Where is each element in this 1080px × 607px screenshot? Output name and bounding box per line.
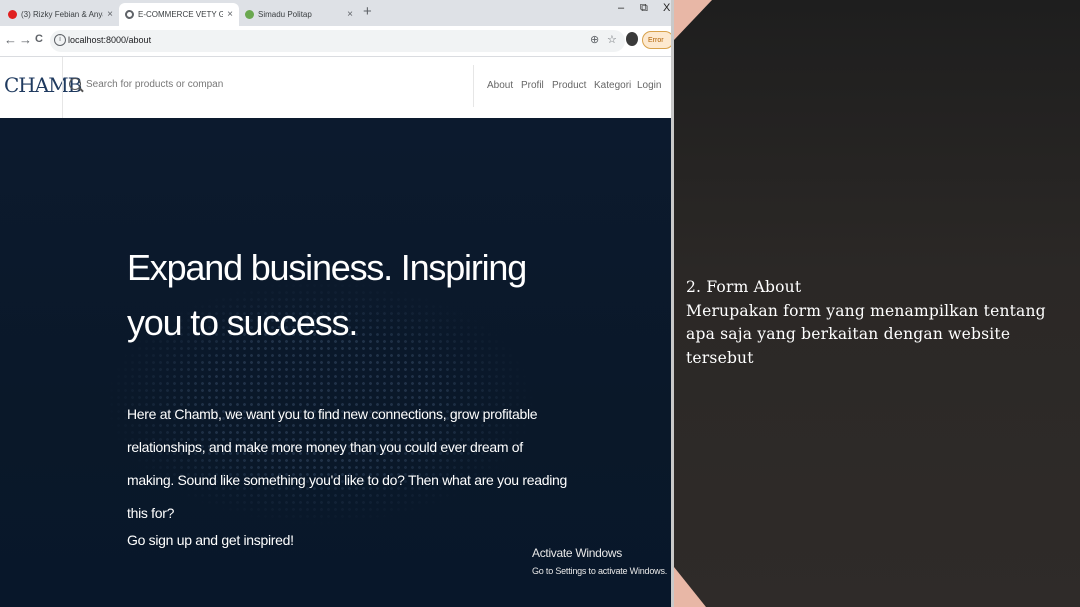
youtube-icon (8, 10, 17, 19)
info-icon[interactable]: i (54, 34, 66, 46)
nav-about[interactable]: About (487, 80, 513, 91)
close-tab-icon[interactable]: × (347, 9, 353, 20)
slide-text: Merupakan form yang menampilkan tentang … (686, 301, 1046, 367)
search-input[interactable] (86, 79, 286, 90)
browser-screenshot: (3) Rizky Febian & Anya Geraldin × E-COM… (0, 0, 671, 607)
plus-icon[interactable]: + (363, 3, 372, 20)
tab-youtube[interactable]: (3) Rizky Febian & Anya Geraldin × (2, 3, 119, 26)
tab-bar: (3) Rizky Febian & Anya Geraldin × E-COM… (0, 0, 671, 26)
minimize-button[interactable]: – (618, 2, 624, 14)
tab-title: Simadu Politap (258, 10, 312, 19)
hero-section: Expand business. Inspiring you to succes… (0, 118, 671, 607)
slide-heading: 2. Form About (686, 278, 802, 296)
nav-profil[interactable]: Profil (521, 80, 544, 91)
nav-kategori[interactable]: Kategori (594, 80, 631, 91)
back-icon[interactable]: ← (4, 32, 17, 47)
star-icon[interactable]: ☆ (607, 33, 617, 46)
watermark-subtitle: Go to Settings to activate Windows. (532, 566, 668, 576)
nav-product[interactable]: Product (552, 80, 586, 91)
close-tab-icon[interactable]: × (107, 9, 113, 20)
corner-accent (674, 0, 712, 40)
restore-button[interactable]: ⧉ (640, 2, 648, 15)
profile-avatar[interactable] (626, 32, 638, 46)
slide-description: 2. Form About Merupakan form yang menamp… (686, 276, 1076, 370)
error-badge[interactable]: Error (642, 31, 671, 49)
url-text: localhost:8000/about (68, 35, 152, 45)
site-icon (245, 10, 254, 19)
watermark-title: Activate Windows (532, 546, 622, 560)
forward-icon[interactable]: → (19, 32, 32, 47)
search-icon (69, 78, 81, 90)
nav-login[interactable]: Login (637, 80, 661, 91)
divider (473, 65, 474, 107)
hero-title: Expand business. Inspiring you to succes… (127, 247, 527, 343)
hero-cta: Go sign up and get inspired! (127, 532, 294, 548)
zoom-icon[interactable]: ⊕ (590, 33, 599, 46)
tab-title: E-COMMERCE VETY GUSTIAWATI (138, 10, 224, 19)
slide-panel: 2. Form About Merupakan form yang menamp… (674, 0, 1080, 607)
divider (62, 57, 63, 118)
corner-accent (674, 567, 706, 607)
hero-body: Here at Chamb, we want you to find new c… (127, 406, 567, 521)
close-tab-icon[interactable]: × (227, 9, 233, 20)
site-header: CHAMB About Profil Product Kategori Logi… (0, 57, 671, 118)
activate-windows-watermark: Activate Windows Go to Settings to activ… (532, 546, 667, 576)
tab-title: (3) Rizky Febian & Anya Geraldin (21, 10, 103, 19)
globe-icon (125, 10, 134, 19)
address-bar: ← → C i localhost:8000/about ⊕ ☆ Error (0, 26, 671, 57)
omnibox[interactable]: i localhost:8000/about ⊕ ☆ (50, 30, 625, 52)
tab-ecommerce[interactable]: E-COMMERCE VETY GUSTIAWATI × (119, 3, 239, 26)
tab-simadu[interactable]: Simadu Politap × (239, 3, 359, 26)
close-window-button[interactable]: X (663, 2, 670, 14)
reload-icon[interactable]: C (35, 33, 43, 45)
